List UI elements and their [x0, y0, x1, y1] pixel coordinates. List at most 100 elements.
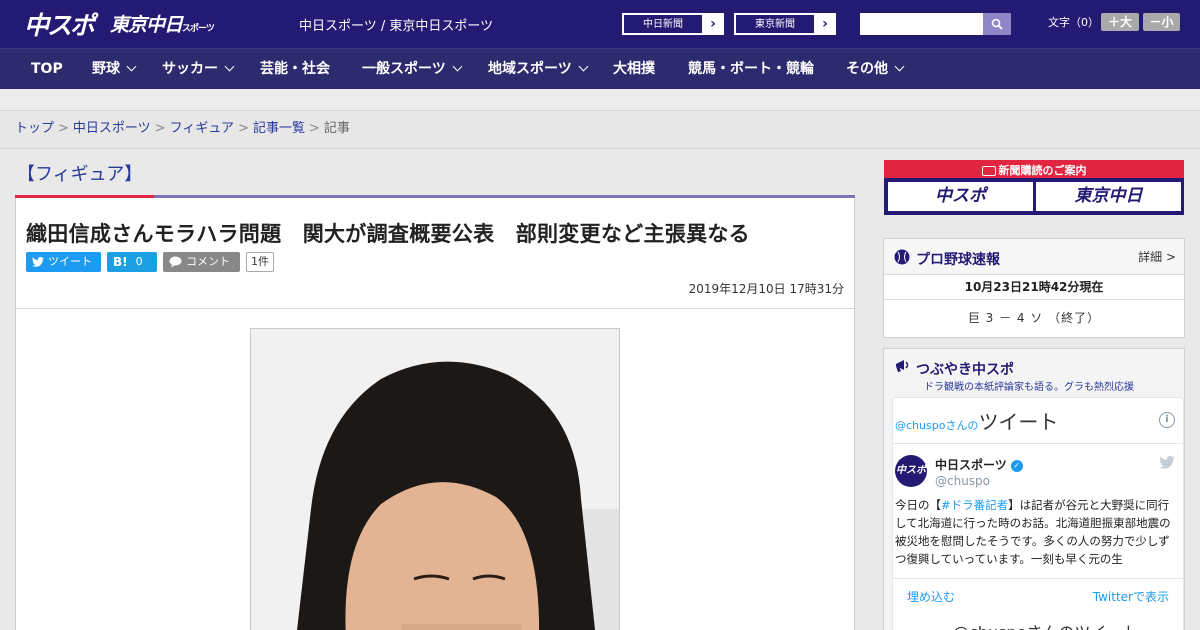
- article-divider: [16, 308, 854, 309]
- paper-button-label: 中日新聞: [623, 14, 703, 34]
- tokyo-shimbun-button[interactable]: 東京新聞 ›: [734, 13, 836, 35]
- chevron-down-icon: [224, 61, 235, 72]
- subscription-banner-title: 新聞購読のご案内: [884, 162, 1184, 178]
- comment-button-label: コメント: [186, 255, 230, 268]
- tweet-panel: つぶやき中スポ ドラ観戦の本紙評論家も語る。グラも熱烈応援 @chuspoさんの…: [883, 348, 1185, 630]
- article-category: 【フィギュア】: [17, 164, 143, 185]
- embed-link[interactable]: 埋め込む: [907, 588, 955, 605]
- main-nav: TOP 野球 サッカー 芸能・社会 一般スポーツ 地域スポーツ 大相撲 競馬・ボ…: [0, 48, 1200, 89]
- font-smaller-button[interactable]: －小: [1143, 13, 1180, 31]
- nav-label: 野球: [92, 61, 120, 77]
- hashtag-link[interactable]: #ドラ番記者: [941, 498, 1008, 512]
- ad-logo-tokyo[interactable]: 東京中日: [1036, 182, 1181, 211]
- twitter-bird-icon[interactable]: [1159, 456, 1175, 469]
- search-button[interactable]: [983, 13, 1011, 35]
- hatena-icon: B!: [113, 255, 128, 269]
- nav-label: 競馬・ボート・競輪: [688, 61, 814, 77]
- embed-divider: [893, 443, 1183, 444]
- verified-badge-icon: ✓: [1010, 459, 1023, 472]
- twitter-embed-footer: 埋め込む Twitterで表示 @chuspoさんのツイート: [892, 578, 1184, 630]
- info-icon[interactable]: i: [1159, 412, 1175, 428]
- embed-handle-label[interactable]: @chuspoさんの: [895, 419, 978, 432]
- search-input[interactable]: [860, 13, 983, 35]
- chevron-down-icon: [894, 61, 905, 72]
- chevron-right-icon: ›: [710, 16, 716, 32]
- search-box: [860, 13, 1011, 35]
- tweet-panel-title: つぶやき中スポ: [916, 362, 1014, 378]
- chevron-down-icon: [452, 61, 463, 72]
- spacer-band: [0, 89, 1200, 111]
- ad-logo-chuspo[interactable]: 中スポ: [888, 182, 1033, 211]
- breadcrumb-current: 記事: [323, 121, 350, 136]
- nav-label: サッカー: [162, 61, 218, 77]
- nav-item-other[interactable]: その他: [846, 49, 905, 89]
- chunichi-shimbun-button[interactable]: 中日新聞 ›: [622, 13, 724, 35]
- breadcrumb-separator: >: [154, 121, 166, 136]
- chuspo-logo[interactable]: 中スポ: [24, 6, 95, 42]
- breadcrumb-link[interactable]: 記事一覧: [253, 121, 305, 136]
- baseball-detail-link[interactable]: 詳細 >: [1138, 248, 1176, 265]
- nav-item-sumo[interactable]: 大相撲: [613, 49, 655, 89]
- tweet-button-label: ツイート: [48, 255, 92, 268]
- tweet-account-name[interactable]: 中日スポーツ ✓: [935, 456, 1023, 473]
- baseball-score[interactable]: 巨 3 － 4 ソ （終了）: [884, 309, 1184, 326]
- nav-label: 地域スポーツ: [488, 61, 572, 77]
- baseball-panel-header: プロ野球速報 詳細 >: [884, 239, 1184, 275]
- baseball-icon: [894, 249, 910, 265]
- article-container: 織田信成さんモラハラ問題 関大が調査概要公表 部則変更など主張異なる ツイート …: [15, 198, 855, 630]
- font-larger-button[interactable]: ＋大: [1101, 13, 1139, 31]
- tweet-panel-subtitle: ドラ観戦の本紙評論家も語る。グラも熱烈応援: [924, 382, 1134, 393]
- newspaper-icon: [981, 166, 996, 176]
- breadcrumb-separator: >: [58, 121, 69, 136]
- breadcrumb: トップ > 中日スポーツ > フィギュア > 記事一覧 > 記事: [0, 111, 1200, 149]
- tokyo-chunichi-logo[interactable]: 東京中日スポーツ: [110, 10, 215, 37]
- publish-date: 2019年12月10日 17時31分: [688, 282, 844, 296]
- article-headline: 織田信成さんモラハラ問題 関大が調査概要公表 部則変更など主張異なる: [26, 222, 750, 246]
- embed-title-text: ツイート: [978, 410, 1059, 434]
- nav-item-top[interactable]: TOP: [31, 49, 63, 89]
- nav-label: 大相撲: [613, 61, 655, 77]
- tweet-account-handle[interactable]: @chuspo: [935, 474, 990, 488]
- chevron-down-icon: [126, 61, 137, 72]
- nav-item-soccer[interactable]: サッカー: [162, 49, 235, 89]
- hatena-bookmark-button[interactable]: B! 0: [107, 252, 157, 272]
- nav-label: 一般スポーツ: [362, 61, 446, 77]
- baseball-update-time: 10月23日21時42分現在: [884, 276, 1184, 300]
- nav-item-local-sports[interactable]: 地域スポーツ: [488, 49, 589, 89]
- person-photo-illustration: [251, 329, 619, 630]
- twitter-embed-title: @chuspoさんのツイート: [895, 406, 1058, 435]
- article-photo: [250, 328, 620, 630]
- account-name-text: 中日スポーツ: [935, 458, 1007, 472]
- chevron-down-icon: [578, 61, 589, 72]
- avatar[interactable]: 中スポ: [895, 455, 927, 487]
- breadcrumb-link[interactable]: フィギュア: [170, 121, 234, 136]
- tokyo-logo-small: スポーツ: [182, 24, 215, 34]
- baseball-panel-title: プロ野球速報: [916, 252, 1000, 268]
- twitter-bird-icon: [32, 257, 44, 267]
- comment-button[interactable]: コメント: [163, 252, 240, 272]
- nav-label: TOP: [31, 61, 63, 77]
- font-size-label: 文字（0）: [1048, 16, 1099, 29]
- subscription-title-text: 新聞購読のご案内: [998, 164, 1087, 177]
- site-links[interactable]: 中日スポーツ / 東京中日スポーツ: [299, 15, 493, 34]
- search-icon: [991, 18, 1003, 30]
- tweet-text: 今日の【#ドラ番記者】は記者が谷元と大野奨に同行して北海道に行った時のお話。北海…: [895, 496, 1177, 568]
- breadcrumb-separator: >: [308, 121, 320, 136]
- tweet-button[interactable]: ツイート: [26, 252, 101, 272]
- nav-item-entertainment[interactable]: 芸能・社会: [260, 49, 330, 89]
- hatena-count: 0: [135, 255, 143, 268]
- comment-count[interactable]: 1件: [246, 252, 274, 272]
- baseball-score-panel: プロ野球速報 詳細 > 10月23日21時42分現在 巨 3 － 4 ソ （終了…: [883, 238, 1185, 338]
- nav-item-racing[interactable]: 競馬・ボート・競輪: [688, 49, 814, 89]
- breadcrumb-link[interactable]: トップ: [15, 121, 54, 136]
- nav-item-general-sports[interactable]: 一般スポーツ: [362, 49, 463, 89]
- breadcrumb-separator: >: [238, 121, 249, 136]
- view-on-twitter-link[interactable]: Twitterで表示: [1093, 588, 1169, 605]
- nav-label: 芸能・社会: [260, 61, 330, 77]
- breadcrumb-link[interactable]: 中日スポーツ: [73, 121, 151, 136]
- twitter-footer-title[interactable]: @chuspoさんのツイート: [953, 619, 1138, 630]
- megaphone-icon: [896, 360, 909, 373]
- speech-bubble-icon: [169, 256, 182, 268]
- nav-item-baseball[interactable]: 野球: [92, 49, 137, 89]
- share-buttons: ツイート B! 0 コメント 1件: [26, 252, 274, 272]
